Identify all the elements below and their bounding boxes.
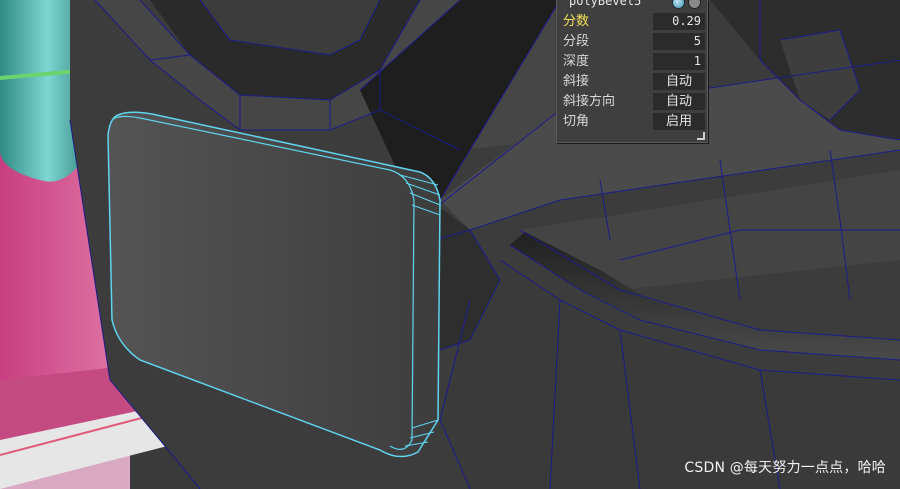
attr-value-field[interactable]: 启用 xyxy=(653,113,705,130)
attribute-panel[interactable]: polyBevel5 分数 0.29 分段 5 深度 1 斜接 自动 斜接方向 … xyxy=(556,0,708,143)
attr-label: 深度 xyxy=(563,54,590,69)
attr-label: 分段 xyxy=(563,34,590,49)
scene-render[interactable] xyxy=(0,0,900,489)
attr-value-field[interactable]: 自动 xyxy=(653,93,705,110)
watermark: CSDN @每天努力一点点，哈哈 xyxy=(684,460,886,476)
panel-title: polyBevel5 xyxy=(569,0,642,8)
attr-row-depth[interactable]: 深度 1 xyxy=(561,52,705,71)
attr-row-fraction[interactable]: 分数 0.29 xyxy=(561,12,705,31)
resize-grip-icon[interactable] xyxy=(697,132,705,140)
attr-label: 切角 xyxy=(563,114,590,129)
attr-value-field[interactable]: 0.29 xyxy=(653,13,705,30)
attr-value-field[interactable]: 自动 xyxy=(653,73,705,90)
attr-row-segments[interactable]: 分段 5 xyxy=(561,32,705,51)
panel-icons xyxy=(672,0,701,9)
attr-label: 斜接方向 xyxy=(563,94,616,109)
attr-row-mitering[interactable]: 斜接 自动 xyxy=(561,72,705,91)
node-icon[interactable] xyxy=(672,0,685,9)
menu-icon[interactable] xyxy=(688,0,701,9)
3d-viewport[interactable]: polyBevel5 分数 0.29 分段 5 深度 1 斜接 自动 斜接方向 … xyxy=(0,0,900,489)
attr-value-field[interactable]: 1 xyxy=(653,53,705,70)
attr-label: 分数 xyxy=(563,14,590,29)
attr-label: 斜接 xyxy=(563,74,590,89)
attr-row-chamfer[interactable]: 切角 启用 xyxy=(561,112,705,131)
attr-row-miter-along[interactable]: 斜接方向 自动 xyxy=(561,92,705,111)
attr-value-field[interactable]: 5 xyxy=(653,33,705,50)
